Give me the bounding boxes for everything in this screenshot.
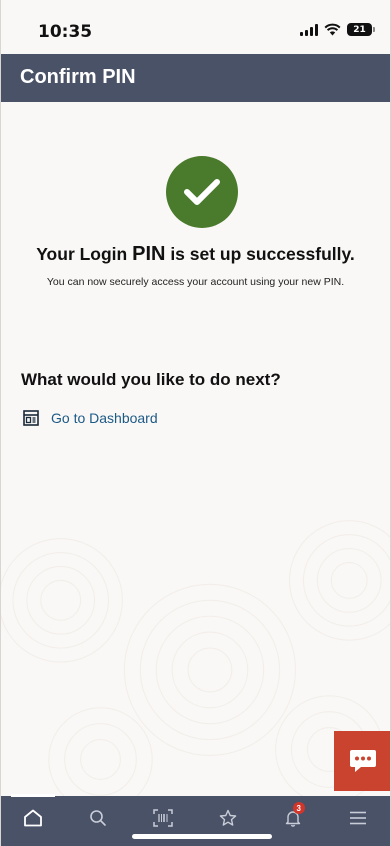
chat-button[interactable] [334,731,390,791]
battery-icon: 21 [347,23,375,36]
status-bar: 10:35 21 [1,0,390,54]
nav-menu[interactable] [338,800,378,836]
star-icon [219,809,237,826]
dashboard-icon [23,410,39,426]
search-icon [90,810,107,826]
nav-scan[interactable] [143,800,183,836]
page-title: Confirm PIN [20,66,136,88]
notification-badge: 3 [292,802,305,814]
wifi-icon [324,23,341,36]
status-icons: 21 [300,23,375,36]
next-actions-title: What would you like to do next? [21,370,281,389]
go-to-dashboard-link[interactable]: Go to Dashboard [23,410,158,426]
success-check-icon [166,156,238,228]
nav-home[interactable] [11,794,56,836]
success-title-part: is set up successfully. [165,244,355,264]
scan-icon [153,809,173,827]
go-to-dashboard-label: Go to Dashboard [51,410,158,426]
home-indicator[interactable] [132,834,272,839]
success-title: Your Login PIN is set up successfully. [1,243,390,266]
success-title-pin: PIN [132,243,166,265]
chat-icon [350,750,376,772]
signal-icon [300,23,318,36]
app-screen: 10:35 21 Confirm PIN Your Login PIN is s… [0,0,391,846]
background-pattern [1,520,390,796]
nav-favorites[interactable] [208,800,248,836]
app-header: Confirm PIN [1,54,390,102]
nav-search[interactable] [78,800,118,836]
success-title-part: Your Login [36,244,133,264]
success-subtitle: You can now securely access your account… [46,276,345,288]
menu-icon [349,811,366,825]
status-time: 10:35 [38,22,93,42]
home-icon [24,809,43,827]
nav-notifications[interactable]: 3 [273,800,313,836]
